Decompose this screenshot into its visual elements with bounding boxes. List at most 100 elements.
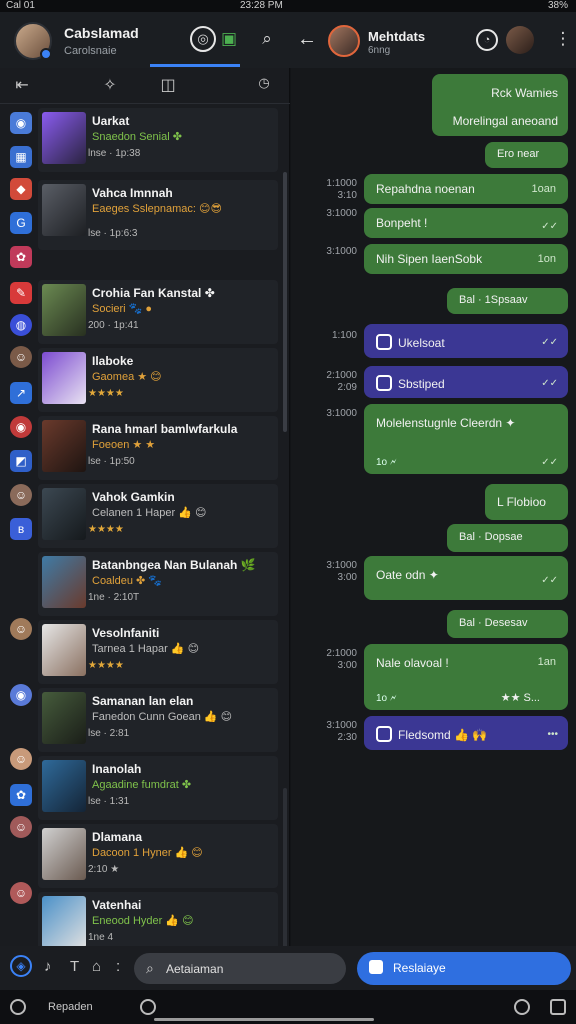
music-note-icon[interactable]: ♪: [44, 958, 52, 975]
rail-app-icon[interactable]: ◆: [10, 178, 32, 200]
more-options-icon[interactable]: ⋮: [550, 26, 576, 52]
battery-label: 38%: [547, 0, 568, 11]
rail-app-icon[interactable]: ▦: [10, 146, 32, 168]
message-bubble[interactable]: Nale olavoal ! 1an 1o 🗲 ★★ S...: [364, 644, 568, 710]
contact-avatar: [42, 112, 86, 164]
action-button[interactable]: Reslaiaye: [357, 952, 571, 985]
message-time: 3:1000: [326, 408, 357, 419]
rail-app-icon[interactable]: ◉: [10, 416, 32, 438]
contact-meta: 1ne · 2:10T: [88, 592, 140, 603]
contact-row[interactable]: Inanolah Agaadine fumdrat ✤ lse · 1:31: [38, 756, 278, 820]
search-box[interactable]: ⌕: [134, 953, 346, 984]
rail-app-icon[interactable]: ◩: [10, 450, 32, 472]
message-footnote: 1o 🗲: [376, 693, 397, 704]
message-text: Nih Sipen IaenSobk: [376, 252, 483, 266]
rail-app-icon[interactable]: ↗: [10, 382, 32, 404]
user-avatar[interactable]: [14, 22, 52, 60]
online-dot-icon: [40, 48, 52, 60]
image-icon[interactable]: ⌂: [92, 958, 101, 975]
list-scrollbar[interactable]: [283, 172, 287, 432]
nav-recents-icon[interactable]: [550, 999, 566, 1015]
contact-status: Eneood Hyder 👍 😊: [92, 915, 194, 927]
puzzle-tab-icon[interactable]: ✧: [98, 75, 122, 97]
status-ring-icon[interactable]: ◎: [190, 26, 216, 52]
rail-app-icon[interactable]: ☺: [10, 882, 32, 904]
message-bubble[interactable]: Repahdna noenan 1oan: [364, 174, 568, 204]
message-bubble[interactable]: Bal · Dopsae: [447, 524, 568, 552]
contact-avatar: [42, 896, 86, 948]
gesture-pill[interactable]: [154, 1018, 374, 1021]
chat-avatar[interactable]: [328, 25, 360, 57]
system-nav-bar: Repaden: [0, 990, 576, 1024]
rail-app-icon[interactable]: ◉: [10, 112, 32, 134]
contact-name: Vahca Imnnah: [92, 186, 173, 200]
message-bubble[interactable]: L Flobioo: [485, 484, 568, 520]
message-bubble[interactable]: Ero near: [485, 142, 568, 168]
nav-back-icon[interactable]: [514, 999, 530, 1015]
contact-meta: lse · 1:31: [88, 796, 130, 807]
message-bubble[interactable]: Bal · Desesav: [447, 610, 568, 638]
message-bubble[interactable]: Rck Wamies Morelingal aneoand: [432, 74, 568, 136]
contact-avatar[interactable]: [506, 26, 534, 54]
contact-row[interactable]: Samanan lan elan Fanedon Cunn Goean 👍 😊 …: [38, 688, 278, 752]
search-input[interactable]: [166, 959, 336, 979]
contact-meta: 2:10 ★: [88, 864, 120, 875]
rail-app-icon[interactable]: ☺: [10, 484, 32, 506]
contact-status: Dacoon 1 Hyner 👍 😊: [92, 847, 203, 859]
contact-status: Gaomea ★ 😊: [92, 371, 162, 383]
contact-row[interactable]: Vahok Gamkin Celanen 1 Haper 👍 😊 ★★★★: [38, 484, 278, 548]
rail-app-icon[interactable]: ☺: [10, 816, 32, 838]
rail-app-icon[interactable]: ☺: [10, 346, 32, 368]
compass-icon[interactable]: ◈: [10, 955, 32, 977]
rail-app-icon[interactable]: ☺: [10, 748, 32, 770]
search-icon[interactable]: ⌕: [254, 26, 280, 52]
contact-name: Samanan lan elan: [92, 694, 194, 708]
contact-meta: lse · 1p:6:3: [88, 228, 138, 239]
rail-app-icon[interactable]: ☺: [10, 618, 32, 640]
message-time: 3:1000: [326, 208, 357, 219]
message-bubble[interactable]: Ukelsoat ✓✓: [364, 324, 568, 358]
contact-row[interactable]: Crohia Fan Kanstal ✤ Socieri 🐾 ● 200 · 1…: [38, 280, 278, 344]
rail-app-icon[interactable]: G: [10, 212, 32, 234]
split-view-tab-icon[interactable]: ◫: [156, 75, 180, 97]
message-bubble[interactable]: Molelenstugnle Cleerdn ✦ 1o 🗲 ✓✓: [364, 404, 568, 474]
message-bubble[interactable]: Nih Sipen IaenSobk 1on: [364, 244, 568, 274]
nav-center-icon[interactable]: [140, 999, 156, 1015]
rail-app-icon[interactable]: ◉: [10, 684, 32, 706]
more-tools-icon[interactable]: :: [116, 958, 120, 975]
clock-tab-icon[interactable]: ◷: [252, 75, 276, 97]
video-call-icon[interactable]: ▣: [216, 26, 242, 52]
message-text: Molelenstugnle Cleerdn ✦: [376, 416, 516, 430]
message-bubble[interactable]: Bonpeht ! ✓✓: [364, 208, 568, 238]
message-bubble[interactable]: Sbstiped ✓✓: [364, 366, 568, 398]
rail-app-icon[interactable]: ✿: [10, 246, 32, 268]
contact-avatar: [42, 420, 86, 472]
contact-avatar: [42, 760, 86, 812]
contact-row[interactable]: Vahca Imnnah Eaeges Sslepnamac: 😊😎 lse ·…: [38, 180, 278, 250]
contact-row[interactable]: Rana hmarl bamlwfarkula Foeoen ★ ★ lse ·…: [38, 416, 278, 480]
rail-app-icon[interactable]: ✿: [10, 784, 32, 806]
contact-meta: lse · 1p:50: [88, 456, 135, 467]
contact-row[interactable]: Vesolnfaniti Tarnea 1 Hapar 👍 😊 ★★★★: [38, 620, 278, 684]
message-text: Ero near: [497, 148, 540, 160]
message-bubble[interactable]: Fledsomd 👍 🙌 •••: [364, 716, 568, 750]
more-icon[interactable]: •••: [547, 729, 558, 740]
message-footnote: 1o 🗲: [376, 457, 397, 468]
text-format-icon[interactable]: T: [70, 958, 79, 975]
rail-app-icon[interactable]: ✎: [10, 282, 32, 304]
contact-row[interactable]: Batanbngea Nan Bulanah 🌿 Coaldeu ✤ 🐾 1ne…: [38, 552, 278, 616]
rail-app-icon[interactable]: ʙ: [10, 518, 32, 540]
info-icon[interactable]: ◔: [476, 29, 498, 51]
message-bubble[interactable]: Bal · 1Spsaav: [447, 288, 568, 314]
message-bubble[interactable]: Oate odn ✦ ✓✓: [364, 556, 568, 600]
back-arrow-icon[interactable]: ←: [297, 28, 317, 51]
contact-name: Vahok Gamkin: [92, 490, 175, 504]
contact-name: Inanolah: [92, 762, 142, 776]
contact-avatar: [42, 184, 86, 236]
back-tab-icon[interactable]: ⇤: [10, 75, 34, 97]
nav-home-icon[interactable]: [10, 999, 26, 1015]
contact-row[interactable]: Dlamana Dacoon 1 Hyner 👍 😊 2:10 ★: [38, 824, 278, 888]
rail-app-icon[interactable]: ◍: [10, 314, 32, 336]
contact-row[interactable]: Ilaboke Gaomea ★ 😊 ★★★★: [38, 348, 278, 412]
contact-row[interactable]: Uarkat Snaedon Senial ✤ lnse · 1p:38: [38, 108, 278, 172]
